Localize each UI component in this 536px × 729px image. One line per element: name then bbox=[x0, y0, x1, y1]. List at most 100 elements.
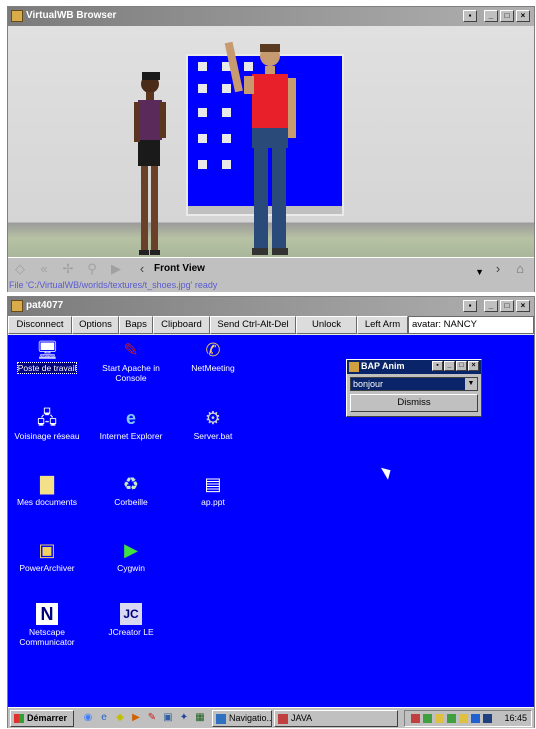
desktop-icon-powerarchiver[interactable]: ▣ PowerArchiver bbox=[8, 539, 86, 573]
task-label: Navigatio... bbox=[229, 713, 272, 723]
desktop-icon-label: PowerArchiver bbox=[19, 563, 75, 573]
status-line: File 'C:/VirtualWB/worlds/textures/t_sho… bbox=[8, 279, 534, 292]
network-icon: 🖧 bbox=[36, 408, 58, 428]
tray-icon[interactable] bbox=[471, 714, 480, 723]
dropdown-arrow-icon[interactable]: ▼ bbox=[465, 378, 477, 390]
maximize-icon[interactable]: □ bbox=[500, 10, 514, 22]
clipboard-button[interactable]: Clipboard bbox=[153, 316, 210, 334]
avatar-field[interactable]: avatar: NANCY bbox=[408, 316, 534, 334]
tray-icon[interactable] bbox=[435, 714, 444, 723]
mouse-cursor-icon bbox=[380, 464, 395, 480]
desktop-icon-start-apache[interactable]: ✎ Start Apache in Console bbox=[92, 339, 170, 383]
tray-icon[interactable] bbox=[423, 714, 432, 723]
minimize-icon[interactable]: _ bbox=[484, 300, 498, 312]
minimize-icon[interactable]: _ bbox=[444, 361, 455, 371]
desktop-icon-label: ap.ppt bbox=[201, 497, 225, 507]
vnc-toolbar: Disconnect Options Baps Clipboard Send C… bbox=[8, 316, 534, 335]
home-view-icon[interactable]: ⌂ bbox=[510, 261, 530, 277]
desktop-icon-internet-explorer[interactable]: e Internet Explorer bbox=[92, 407, 170, 441]
desktop-icon-label: JCreator LE bbox=[108, 627, 154, 637]
bap-dialog-titlebar[interactable]: BAP Anim ▪ _ □ × bbox=[347, 360, 481, 374]
dismiss-button[interactable]: Dismiss bbox=[350, 394, 478, 412]
remote-desktop[interactable]: 🖥 Poste de travail 🖧 Voisinage réseau ▇ … bbox=[8, 335, 534, 707]
start-button[interactable]: Démarrer bbox=[10, 710, 74, 727]
desktop-icon-mes-documents[interactable]: ▇ Mes documents bbox=[8, 473, 86, 507]
desktop-icon-label: Server.bat bbox=[193, 431, 233, 441]
quicklaunch-icon[interactable]: ◉ bbox=[82, 712, 94, 724]
prev-view-icon[interactable]: ‹ bbox=[132, 261, 152, 277]
close-icon[interactable]: × bbox=[516, 10, 530, 22]
desktop-icon-ap-ppt[interactable]: ▤ ap.ppt bbox=[174, 473, 252, 507]
desktop-icon-poste-de-travail[interactable]: 🖥 Poste de travail bbox=[8, 339, 86, 374]
tray-icon[interactable] bbox=[483, 714, 492, 723]
desktop-icon-jcreator[interactable]: JC JCreator LE bbox=[92, 603, 170, 637]
animation-select-value: bonjour bbox=[353, 379, 384, 389]
mini-desktop-icon bbox=[198, 62, 207, 71]
move-cross-icon[interactable]: ✢ bbox=[58, 261, 78, 277]
desktop-icon-netmeeting[interactable]: ✆ NetMeeting bbox=[174, 339, 252, 373]
computer-icon: 🖥 bbox=[36, 340, 59, 360]
walk-icon[interactable]: ⚲ bbox=[82, 261, 102, 277]
desktop-icon-voisinage-reseau[interactable]: 🖧 Voisinage réseau bbox=[8, 407, 86, 441]
desktop-icon-corbeille[interactable]: ♻ Corbeille bbox=[92, 473, 170, 507]
taskbar: Démarrer ◉ e ◆ ▶ ✎ ▣ ✦ ▦ Navigatio... JA… bbox=[8, 707, 534, 728]
3d-scene-viewport[interactable] bbox=[8, 26, 534, 257]
restore-icon[interactable]: ▪ bbox=[432, 361, 443, 371]
taskbar-item-java[interactable]: JAVA bbox=[274, 710, 398, 727]
cygwin-icon: ▶ bbox=[124, 540, 138, 560]
close-icon[interactable]: × bbox=[468, 361, 479, 371]
animation-select[interactable]: bonjour ▼ bbox=[350, 377, 478, 391]
task-label: JAVA bbox=[291, 713, 313, 723]
maximize-icon[interactable]: □ bbox=[456, 361, 467, 371]
taskbar-item-navigator[interactable]: Navigatio... bbox=[212, 710, 272, 727]
vnc-titlebar[interactable]: pat4077 ▪ _ □ × bbox=[8, 297, 534, 316]
back-arrows-icon[interactable]: « bbox=[34, 261, 54, 277]
desktop-icon-label: Corbeille bbox=[114, 497, 148, 507]
quicklaunch-icon[interactable]: ▶ bbox=[130, 712, 142, 724]
netmeeting-icon: ✆ bbox=[205, 340, 221, 360]
bat-icon: ⚙ bbox=[204, 408, 222, 428]
start-label: Démarrer bbox=[27, 713, 68, 723]
desktop-icon-netscape[interactable]: N Netscape Communicator bbox=[8, 603, 86, 647]
quicklaunch-icon[interactable]: ✎ bbox=[146, 712, 158, 724]
quicklaunch-icon[interactable]: ▣ bbox=[162, 712, 174, 724]
adult-avatar bbox=[224, 41, 296, 255]
virtualwb-titlebar[interactable]: VirtualWB Browser ▪ _ □ × bbox=[8, 7, 534, 26]
ie-icon: e bbox=[125, 408, 136, 428]
window-controls: ▪ _ □ × bbox=[463, 300, 530, 312]
options-button[interactable]: Options bbox=[72, 316, 119, 334]
tray-icon[interactable] bbox=[459, 714, 468, 723]
tray-icon[interactable] bbox=[447, 714, 456, 723]
close-icon[interactable]: × bbox=[516, 300, 530, 312]
jcreator-icon: JC bbox=[120, 603, 142, 625]
unlock-button[interactable]: Unlock bbox=[296, 316, 357, 334]
restore-icon[interactable]: ▪ bbox=[463, 300, 477, 312]
restore-icon[interactable]: ▪ bbox=[463, 10, 477, 22]
disconnect-button[interactable]: Disconnect bbox=[8, 316, 72, 334]
quicklaunch-icon[interactable]: e bbox=[98, 712, 110, 724]
maximize-icon[interactable]: □ bbox=[500, 300, 514, 312]
bap-window-controls: ▪ _ □ × bbox=[432, 361, 479, 371]
bap-anim-dialog: BAP Anim ▪ _ □ × bonjour ▼ Dismiss bbox=[346, 359, 482, 417]
desktop-icon-server-bat[interactable]: ⚙ Server.bat bbox=[174, 407, 252, 441]
tray-icon[interactable] bbox=[411, 714, 420, 723]
view-select-value: Front View bbox=[154, 263, 205, 274]
quicklaunch-icon[interactable]: ▦ bbox=[194, 712, 206, 724]
play-icon[interactable]: ▶ bbox=[106, 261, 126, 277]
folder-icon: ▇ bbox=[40, 474, 54, 494]
archive-icon: ▣ bbox=[38, 540, 56, 560]
baps-button[interactable]: Baps bbox=[119, 316, 153, 334]
view-select[interactable]: Front View ▼ bbox=[154, 260, 484, 278]
send-ctrl-alt-del-button[interactable]: Send Ctrl-Alt-Del bbox=[210, 316, 296, 334]
app-icon bbox=[11, 300, 23, 312]
next-view-icon[interactable]: › bbox=[488, 261, 508, 277]
minimize-icon[interactable]: _ bbox=[484, 10, 498, 22]
desktop-icon-cygwin[interactable]: ▶ Cygwin bbox=[92, 539, 170, 573]
left-arm-button[interactable]: Left Arm bbox=[357, 316, 408, 334]
quicklaunch-icon[interactable]: ◆ bbox=[114, 712, 126, 724]
taskbar-clock[interactable]: 16:45 bbox=[504, 711, 527, 726]
app-icon bbox=[349, 362, 359, 372]
windows-logo-icon bbox=[14, 714, 24, 723]
diamond-nav-icon[interactable]: ◇ bbox=[10, 261, 30, 277]
quicklaunch-icon[interactable]: ✦ bbox=[178, 712, 190, 724]
